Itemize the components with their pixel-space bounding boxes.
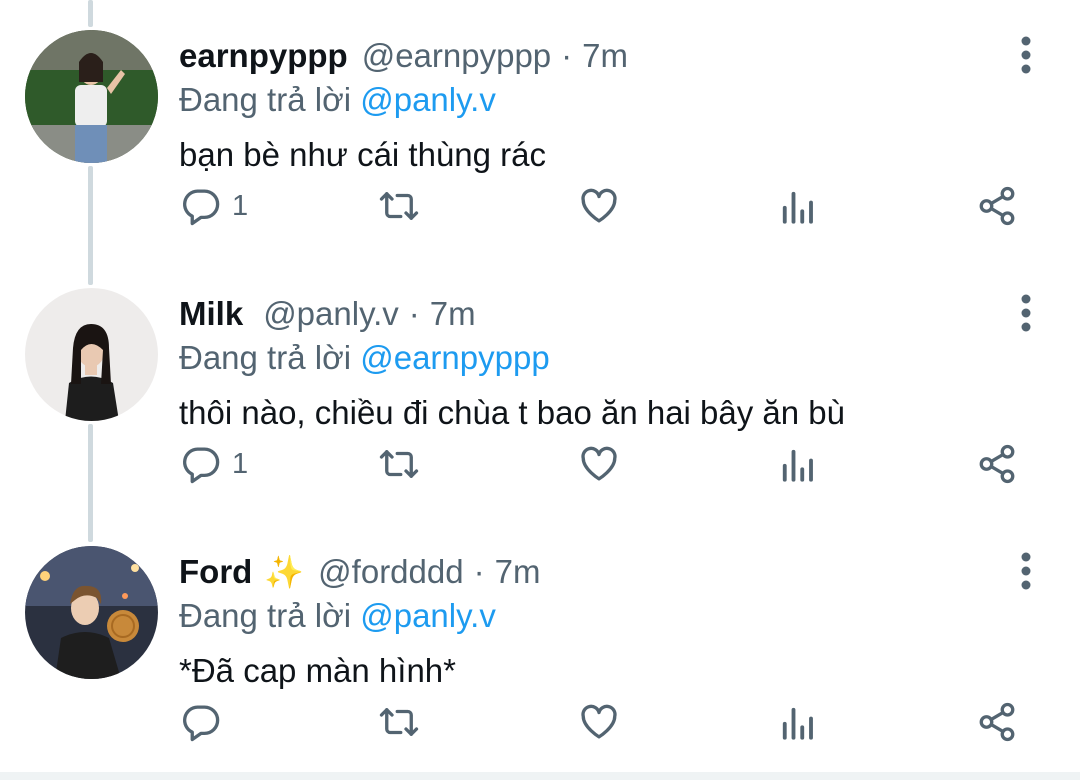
share-icon [979, 444, 1015, 484]
timestamp[interactable]: 7m [582, 34, 628, 78]
share-icon [979, 702, 1015, 742]
display-name[interactable]: Milk [179, 292, 243, 336]
user-handle[interactable]: @fordddd [318, 550, 463, 594]
more-vertical-icon [1021, 36, 1031, 74]
reply-count: 1 [232, 189, 249, 222]
more-options-button[interactable] [1006, 292, 1046, 334]
replying-to: Đang trả lời @panly.v [179, 594, 496, 638]
avatar[interactable] [25, 288, 158, 421]
separator-dot: · [561, 37, 573, 74]
tweet-actions: 1 [0, 176, 1080, 236]
share-button[interactable] [976, 434, 1018, 494]
replying-to-label: Đang trả lời [179, 339, 352, 376]
separator-dot: · [408, 295, 420, 332]
retweet-button[interactable] [378, 692, 420, 752]
tweet-text: bạn bè như cái thùng rác [179, 136, 547, 173]
tweet-text: *Đã cap màn hình* [179, 652, 457, 689]
more-options-button[interactable] [1006, 550, 1046, 592]
avatar[interactable] [25, 546, 158, 679]
like-button[interactable] [578, 692, 620, 752]
tweet-ford[interactable]: Ford ✨ @fordddd · 7m Đang trả lời @panly… [0, 516, 1080, 774]
mention-link[interactable]: @earnpyppp [360, 339, 549, 376]
tweet-header: Ford ✨ @fordddd · 7m [179, 550, 540, 594]
replying-to-label: Đang trả lời [179, 597, 352, 634]
timestamp[interactable]: 7m [495, 550, 541, 594]
tweet-actions [0, 692, 1080, 752]
avatar[interactable] [25, 30, 158, 163]
replying-to: Đang trả lời @earnpyppp [179, 336, 550, 380]
display-name[interactable]: earnpyppp [179, 34, 348, 78]
user-handle[interactable]: @panly.v [263, 292, 399, 336]
views-button[interactable] [776, 692, 818, 752]
heart-icon [581, 188, 617, 223]
tweet-actions: 1 [0, 434, 1080, 494]
reply-icon [183, 705, 220, 742]
more-vertical-icon [1021, 552, 1031, 590]
display-name[interactable]: Ford [179, 550, 252, 594]
views-button[interactable] [776, 434, 818, 494]
more-options-button[interactable] [1006, 34, 1046, 76]
sparkles-icon: ✨ [264, 554, 305, 590]
timestamp[interactable]: 7m [430, 292, 476, 336]
like-button[interactable] [578, 434, 620, 494]
more-vertical-icon [1021, 294, 1031, 332]
mention-link[interactable]: @panly.v [360, 81, 496, 118]
share-button[interactable] [976, 176, 1018, 236]
replying-to: Đang trả lời @panly.v [179, 78, 496, 122]
reply-icon [183, 189, 220, 226]
tweet-milk[interactable]: Milk @panly.v · 7m Đang trả lời @earnpyp… [0, 258, 1080, 516]
retweet-button[interactable] [378, 176, 420, 236]
retweet-button[interactable] [378, 434, 420, 494]
retweet-icon [379, 708, 419, 736]
bar-chart-icon [782, 191, 813, 224]
tweet-text: thôi nào, chiều đi chùa t bao ăn hai bây… [179, 394, 846, 431]
reply-count: 1 [232, 447, 249, 480]
like-button[interactable] [578, 176, 620, 236]
divider [0, 772, 1080, 780]
bar-chart-icon [782, 707, 813, 740]
share-button[interactable] [976, 692, 1018, 752]
separator-dot: · [473, 553, 485, 590]
heart-icon [581, 704, 617, 739]
share-icon [979, 186, 1015, 226]
replying-to-label: Đang trả lời [179, 81, 352, 118]
heart-icon [581, 446, 617, 481]
reply-button[interactable]: 1 [180, 176, 248, 236]
tweet-header: earnpyppp @earnpyppp · 7m [179, 34, 628, 78]
tweet-header: Milk @panly.v · 7m [179, 292, 476, 336]
user-handle[interactable]: @earnpyppp [362, 34, 551, 78]
tweet-earnpyppp[interactable]: earnpyppp @earnpyppp · 7m Đang trả lời @… [0, 0, 1080, 258]
views-button[interactable] [776, 176, 818, 236]
reply-icon [183, 447, 220, 484]
reply-button[interactable]: 1 [180, 434, 248, 494]
bar-chart-icon [782, 449, 813, 482]
reply-button[interactable] [180, 692, 232, 752]
retweet-icon [379, 450, 419, 478]
retweet-icon [379, 192, 419, 220]
mention-link[interactable]: @panly.v [360, 597, 496, 634]
